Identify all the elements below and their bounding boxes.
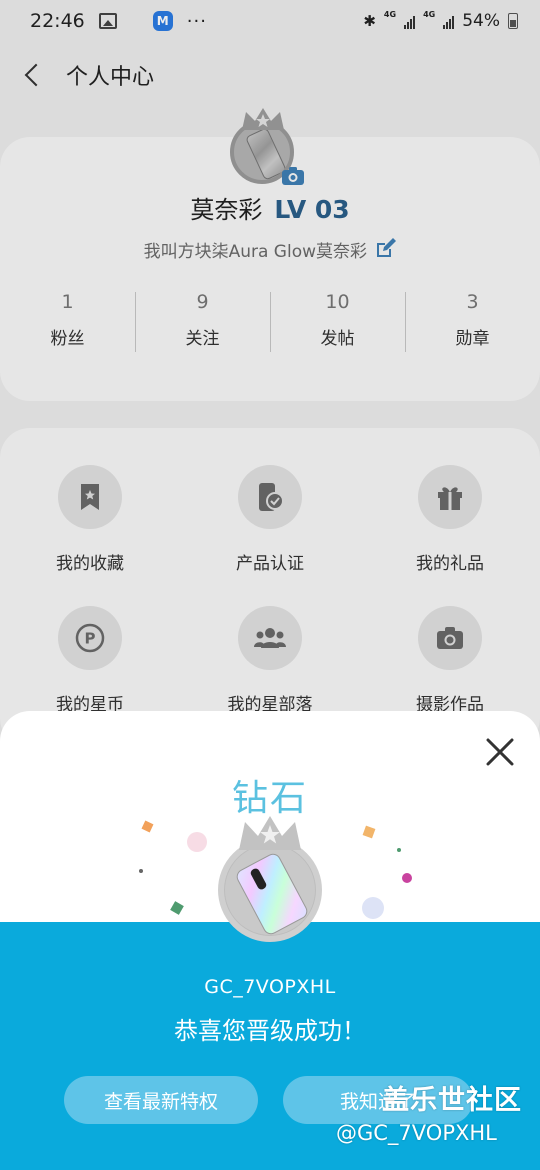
tier-badge (212, 816, 328, 942)
crown-icon (239, 816, 301, 850)
badge-image (218, 838, 322, 942)
view-privileges-button[interactable]: 查看最新特权 (64, 1076, 258, 1124)
congrats-message: 恭喜您晋级成功！ (174, 1017, 366, 1045)
watermark-title: 盖乐世社区 (382, 1085, 522, 1116)
watermark-handle: @GC_7VOPXHL (336, 1121, 497, 1145)
dialog-username: GC_7VOPXHL (204, 976, 336, 998)
